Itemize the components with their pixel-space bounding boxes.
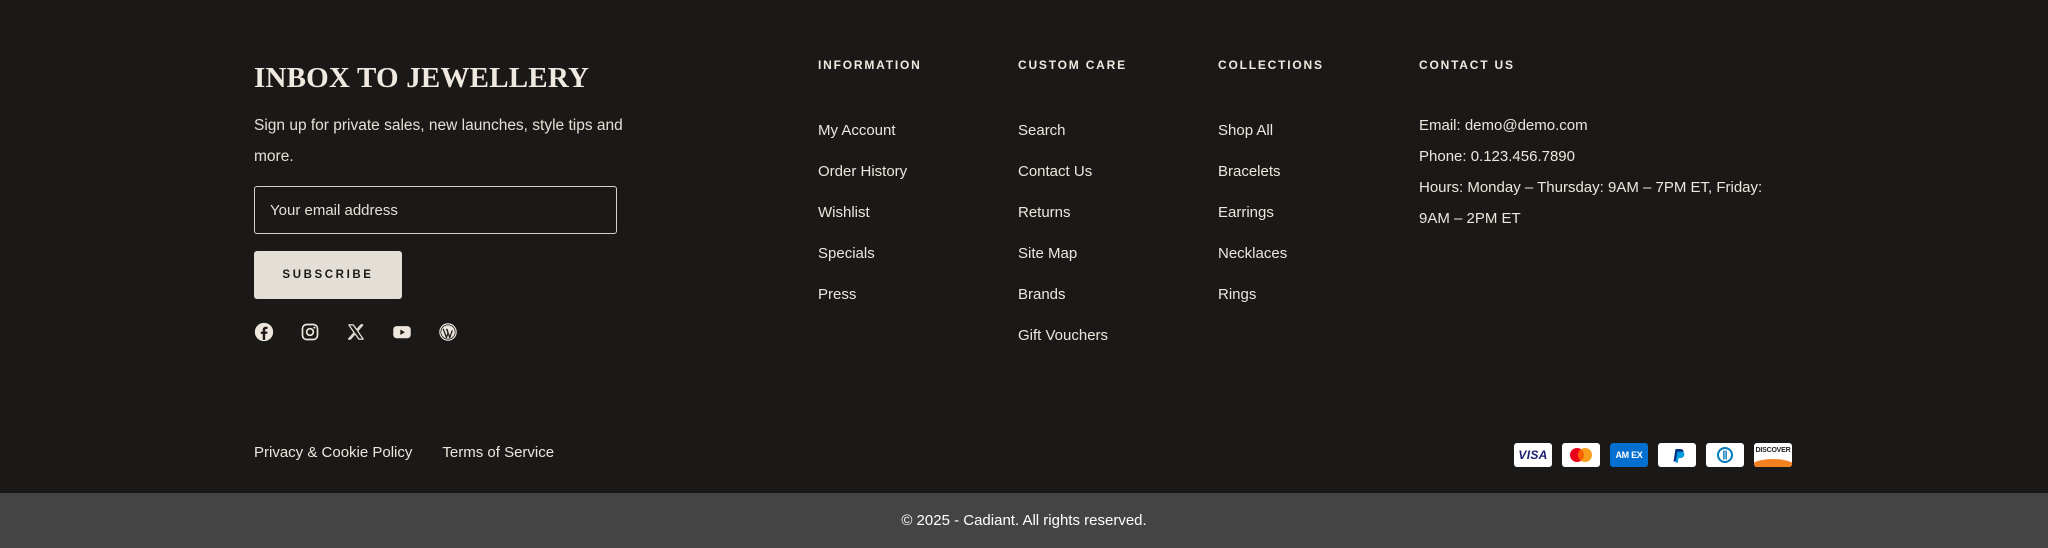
footer-link-order-history[interactable]: Order History [818,151,907,192]
column-heading: CONTACT US [1419,58,1515,72]
visa-icon: VISA [1514,443,1552,467]
copyright-bar: © 2025 - Cadiant. All rights reserved. [0,493,2048,548]
mastercard-icon [1562,443,1600,467]
subscribe-button[interactable]: SUBSCRIBE [254,251,402,299]
newsletter-description: Sign up for private sales, new launches,… [254,117,623,165]
amex-icon: AM EX [1610,443,1648,467]
footer-link-press[interactable]: Press [818,274,907,315]
contact-phone: Phone: 0.123.456.7890 [1419,148,1575,165]
x-icon[interactable] [346,322,366,342]
footer-link-necklaces[interactable]: Necklaces [1218,233,1287,274]
legal-links: Privacy & Cookie Policy Terms of Service [254,444,554,461]
instagram-icon[interactable] [300,322,320,342]
paypal-icon [1658,443,1696,467]
footer-link-gift-vouchers[interactable]: Gift Vouchers [1018,315,1108,356]
footer-link-site-map[interactable]: Site Map [1018,233,1108,274]
payment-icons: VISA AM EX DISCOVER [1514,443,1792,467]
footer-column-custom-care: CUSTOM CARE Search Contact Us Returns Si… [1018,58,1127,344]
amex-label: AM EX [1615,450,1643,460]
facebook-icon[interactable] [254,322,274,342]
column-heading: CUSTOM CARE [1018,58,1127,72]
footer-link-contact-us[interactable]: Contact Us [1018,151,1108,192]
footer-link-my-account[interactable]: My Account [818,110,907,151]
footer-link-bracelets[interactable]: Bracelets [1218,151,1287,192]
diners-club-icon [1706,443,1744,467]
footer-link-search[interactable]: Search [1018,110,1108,151]
footer-link-shop-all[interactable]: Shop All [1218,110,1287,151]
footer-column-contact: CONTACT US Email: demo@demo.com Phone: 0… [1419,58,1799,227]
visa-label: VISA [1518,448,1548,462]
footer-column-information: INFORMATION My Account Order History Wis… [818,58,922,303]
footer-link-brands[interactable]: Brands [1018,274,1108,315]
footer-link-rings[interactable]: Rings [1218,274,1287,315]
contact-hours: Hours: Monday – Thursday: 9AM – 7PM ET, … [1419,179,1763,227]
copyright-text: © 2025 - Cadiant. All rights reserved. [901,512,1147,529]
footer-link-earrings[interactable]: Earrings [1218,192,1287,233]
column-heading: INFORMATION [818,58,922,72]
contact-email: Email: demo@demo.com [1419,117,1588,134]
youtube-icon[interactable] [392,322,412,342]
terms-of-service-link[interactable]: Terms of Service [442,444,554,461]
footer-column-collections: COLLECTIONS Shop All Bracelets Earrings … [1218,58,1324,303]
footer-main: INBOX TO JEWELLERY Sign up for private s… [0,0,2048,493]
social-links [254,322,458,342]
discover-icon: DISCOVER [1754,443,1792,467]
newsletter-section: INBOX TO JEWELLERY Sign up for private s… [254,58,654,342]
privacy-policy-link[interactable]: Privacy & Cookie Policy [254,444,412,461]
column-heading: COLLECTIONS [1218,58,1324,72]
discover-label: DISCOVER [1755,447,1791,454]
footer-link-wishlist[interactable]: Wishlist [818,192,907,233]
email-input[interactable] [254,186,617,234]
footer-link-specials[interactable]: Specials [818,233,907,274]
newsletter-title: INBOX TO JEWELLERY [254,62,590,94]
discover-orange-arc [1754,459,1792,467]
footer-link-returns[interactable]: Returns [1018,192,1108,233]
wordpress-icon[interactable] [438,322,458,342]
